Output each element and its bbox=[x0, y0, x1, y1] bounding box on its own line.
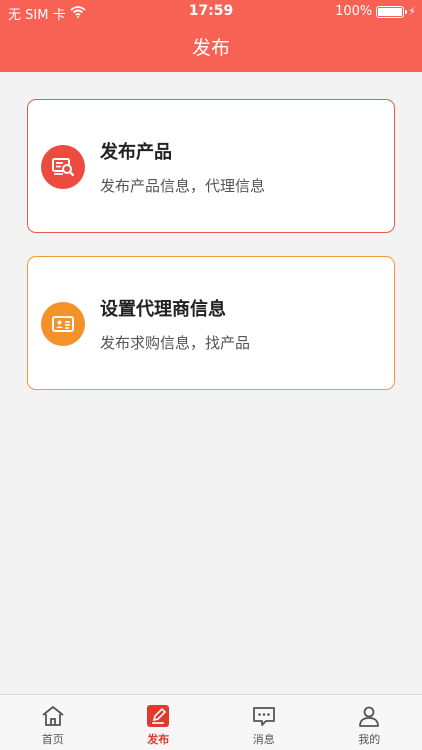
status-bar: 无 SIM 卡 17:59 100% ⚡ bbox=[0, 0, 422, 24]
tab-bar: 首页 发布 消息 我的 bbox=[0, 694, 422, 750]
home-icon bbox=[40, 703, 66, 729]
edit-icon bbox=[145, 703, 171, 729]
tab-label: 我的 bbox=[358, 733, 381, 746]
battery-icon bbox=[376, 5, 408, 18]
bolt-icon: ⚡ bbox=[408, 5, 416, 18]
user-icon bbox=[356, 703, 382, 729]
tab-messages[interactable]: 消息 bbox=[211, 695, 317, 750]
battery-fill bbox=[378, 7, 403, 16]
tab-profile[interactable]: 我的 bbox=[317, 695, 422, 750]
status-right: 100% ⚡ bbox=[335, 4, 416, 19]
tab-label: 发布 bbox=[147, 733, 170, 746]
card-title: 发布产品 bbox=[100, 142, 172, 163]
card-title: 设置代理商信息 bbox=[100, 299, 226, 320]
tab-home[interactable]: 首页 bbox=[0, 695, 106, 750]
id-card-icon bbox=[41, 302, 85, 346]
card-subtitle: 发布求购信息，找产品 bbox=[100, 334, 251, 352]
agent-info-card[interactable]: 设置代理商信息 发布求购信息，找产品 bbox=[27, 256, 395, 390]
page-title: 发布 bbox=[0, 24, 422, 72]
publish-product-card[interactable]: 发布产品 发布产品信息，代理信息 bbox=[27, 99, 395, 233]
message-icon bbox=[251, 703, 277, 729]
battery-percent: 100% bbox=[335, 4, 373, 19]
card-subtitle: 发布产品信息，代理信息 bbox=[100, 177, 266, 195]
tab-label: 首页 bbox=[41, 733, 64, 746]
product-search-icon bbox=[41, 145, 85, 189]
tab-publish[interactable]: 发布 bbox=[106, 695, 212, 750]
tab-label: 消息 bbox=[252, 733, 275, 746]
app-screen: 无 SIM 卡 17:59 100% ⚡ 发布 发布产品 发布产品信息，代理信息… bbox=[0, 0, 422, 750]
